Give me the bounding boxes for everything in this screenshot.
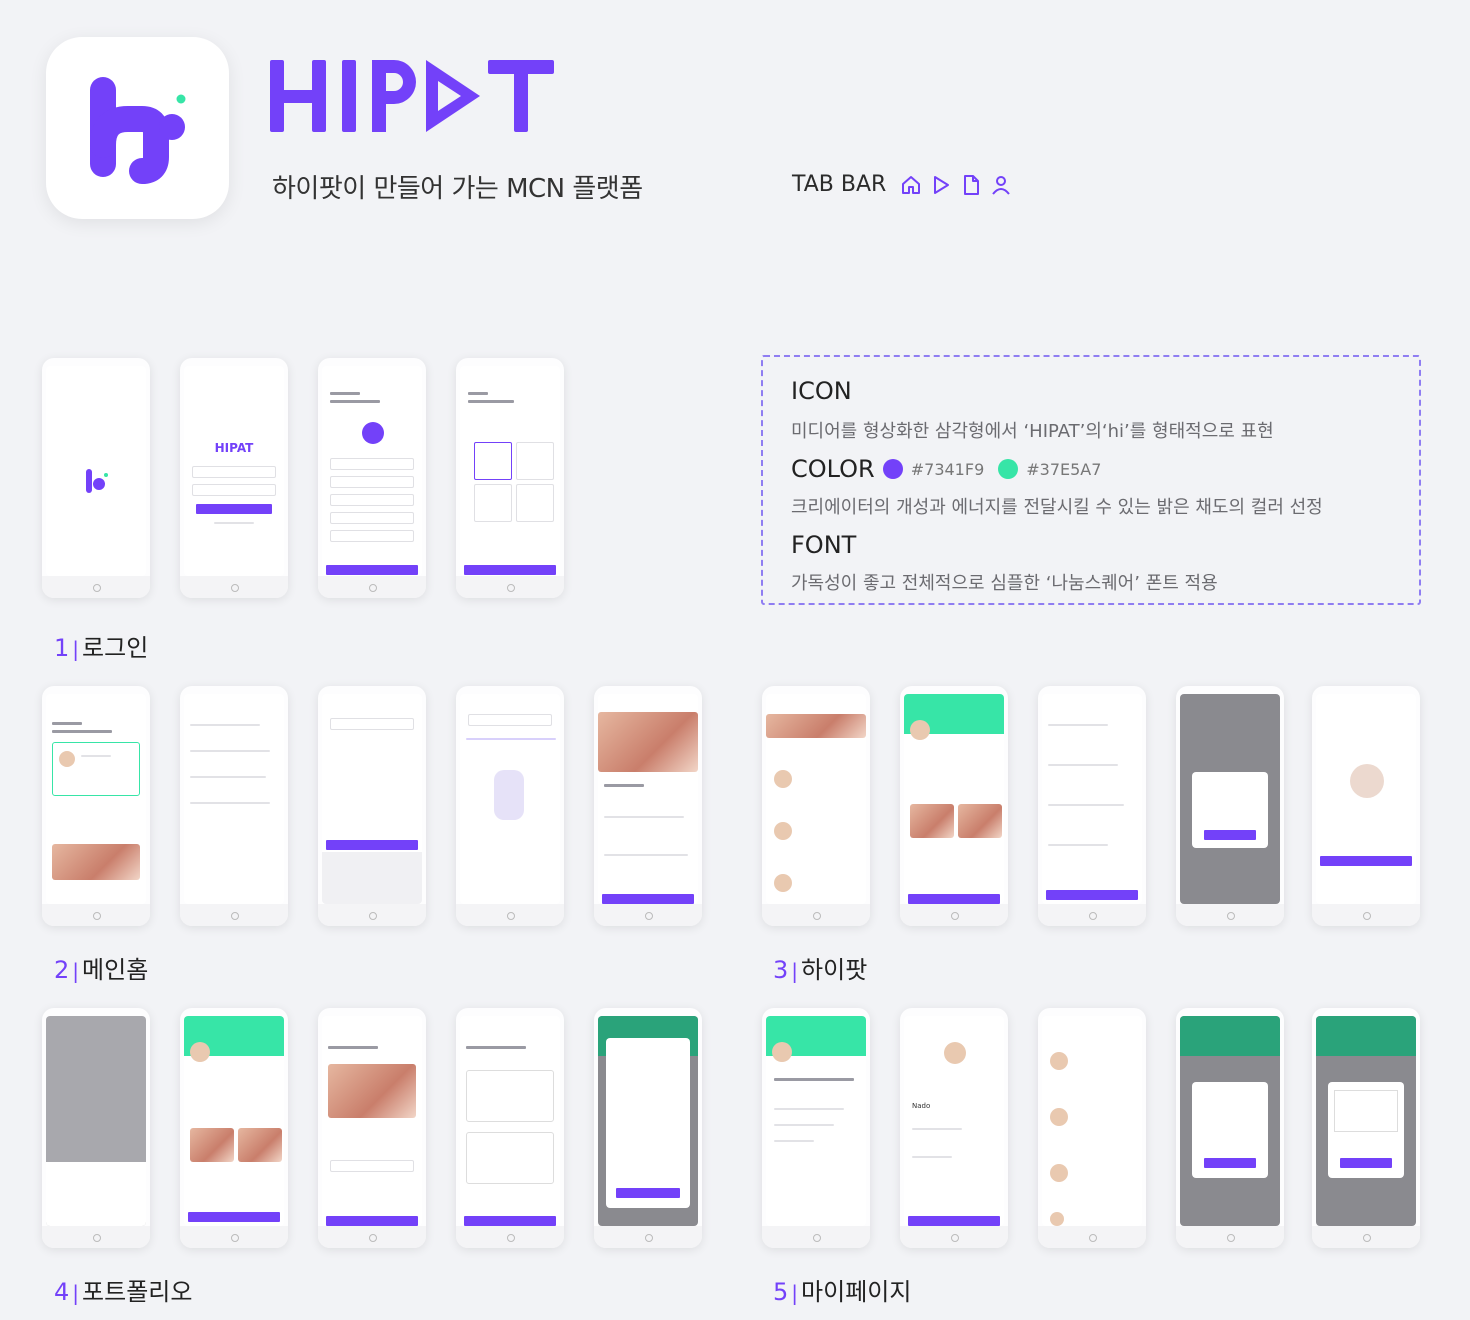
screen-hipat-complete bbox=[1312, 686, 1420, 926]
screen-search-keyboard bbox=[318, 686, 426, 926]
type-option-4[interactable] bbox=[516, 484, 554, 522]
color-row: COLOR #7341F9 #37E5A7 bbox=[791, 455, 1107, 483]
section-label-hipat: 3 | 하이팟 bbox=[773, 956, 868, 984]
password-field[interactable] bbox=[192, 484, 276, 496]
type-option-2[interactable] bbox=[516, 442, 554, 480]
document-icon bbox=[964, 174, 980, 195]
screen-portfolio-filter-modal bbox=[594, 1008, 702, 1248]
screen-mypage-edit: Nado bbox=[900, 1008, 1008, 1248]
screen-hipat-filter bbox=[1038, 686, 1146, 926]
next-button[interactable] bbox=[326, 565, 418, 575]
section-label-mypage: 5 | 마이페이지 bbox=[773, 1278, 912, 1306]
screen-mypage-modal-1 bbox=[1176, 1008, 1284, 1248]
user-icon bbox=[992, 175, 1011, 195]
id-field[interactable] bbox=[192, 466, 276, 478]
secondary-hex: #37E5A7 bbox=[1026, 459, 1102, 479]
screen-search-empty bbox=[456, 686, 564, 926]
screen-portfolio-upload bbox=[318, 1008, 426, 1248]
play-icon bbox=[934, 175, 950, 194]
icon-description: 미디어를 형상화한 삼각형에서 ‘HIPAT’의‘hi’를 형태적으로 표현 bbox=[791, 421, 1274, 442]
type-option-1[interactable] bbox=[474, 442, 512, 480]
screen-portfolio-profile bbox=[180, 1008, 288, 1248]
screen-hipat-feed bbox=[762, 686, 870, 926]
signup-button[interactable] bbox=[464, 565, 556, 575]
screen-signup-type bbox=[456, 358, 564, 598]
screen-hipat-modal bbox=[1176, 686, 1284, 926]
tabbar-icons bbox=[900, 174, 1012, 196]
screen-detail bbox=[594, 686, 702, 926]
screen-login: HIPAT bbox=[180, 358, 288, 598]
secondary-swatch bbox=[998, 459, 1019, 479]
screen-splash bbox=[42, 358, 150, 598]
color-heading: COLOR bbox=[791, 455, 875, 483]
splash-logo-icon bbox=[86, 469, 108, 493]
banner-image[interactable] bbox=[52, 844, 140, 880]
login-button[interactable] bbox=[196, 504, 272, 514]
tabbar-legend: TAB BAR bbox=[792, 172, 1012, 197]
login-logo: HIPAT bbox=[214, 441, 254, 455]
icon-heading: ICON bbox=[791, 377, 852, 405]
home-icon bbox=[902, 175, 921, 194]
screen-mypage bbox=[762, 1008, 870, 1248]
screen-notifications bbox=[180, 686, 288, 926]
primary-swatch bbox=[882, 459, 903, 479]
section-label-login: 1 | 로그인 bbox=[54, 634, 149, 662]
detail-image bbox=[598, 712, 698, 772]
empty-illustration bbox=[494, 770, 524, 820]
screen-portfolio-text bbox=[456, 1008, 564, 1248]
tagline: 하이팟이 만들어 가는 MCN 플랫폼 bbox=[272, 174, 643, 204]
type-option-3[interactable] bbox=[474, 484, 512, 522]
color-description: 크리에이터의 개성과 에너지를 전달시킬 수 있는 밝은 채도의 컬러 선정 bbox=[791, 497, 1323, 518]
font-description: 가독성이 좋고 전체적으로 심플한 ‘나눔스퀘어’ 폰트 적용 bbox=[791, 573, 1218, 594]
hipat-logo-icon bbox=[90, 77, 186, 184]
handshake-illustration bbox=[1350, 764, 1384, 798]
search-input[interactable] bbox=[330, 718, 414, 730]
profile-avatar[interactable] bbox=[362, 422, 384, 444]
bottom-sheet[interactable] bbox=[46, 1162, 146, 1226]
hipat-wordmark bbox=[266, 52, 566, 138]
screen-signup-profile bbox=[318, 358, 426, 598]
screen-hipat-profile bbox=[900, 686, 1008, 926]
section-label-portfolio: 4 | 포트폴리오 bbox=[54, 1278, 193, 1306]
hipat-wordmark-svg bbox=[270, 60, 554, 132]
keyboard[interactable] bbox=[322, 852, 422, 904]
nickname-value: Nado bbox=[912, 1102, 931, 1110]
design-guide-box: ICON 미디어를 형상화한 삼각형에서 ‘HIPAT’의‘hi’를 형태적으로… bbox=[761, 355, 1421, 605]
profile-card[interactable] bbox=[52, 742, 140, 796]
font-heading: FONT bbox=[791, 531, 857, 559]
section-label-home: 2 | 메인홈 bbox=[54, 956, 149, 984]
confirm-modal bbox=[1192, 772, 1268, 848]
screen-mypage-modal-2 bbox=[1312, 1008, 1420, 1248]
app-icon bbox=[46, 37, 229, 219]
screen-portfolio-menu bbox=[42, 1008, 150, 1248]
tabbar-label: TAB BAR bbox=[792, 172, 887, 197]
screen-home bbox=[42, 686, 150, 926]
primary-hex: #7341F9 bbox=[910, 459, 985, 479]
screen-mypage-list bbox=[1038, 1008, 1146, 1248]
